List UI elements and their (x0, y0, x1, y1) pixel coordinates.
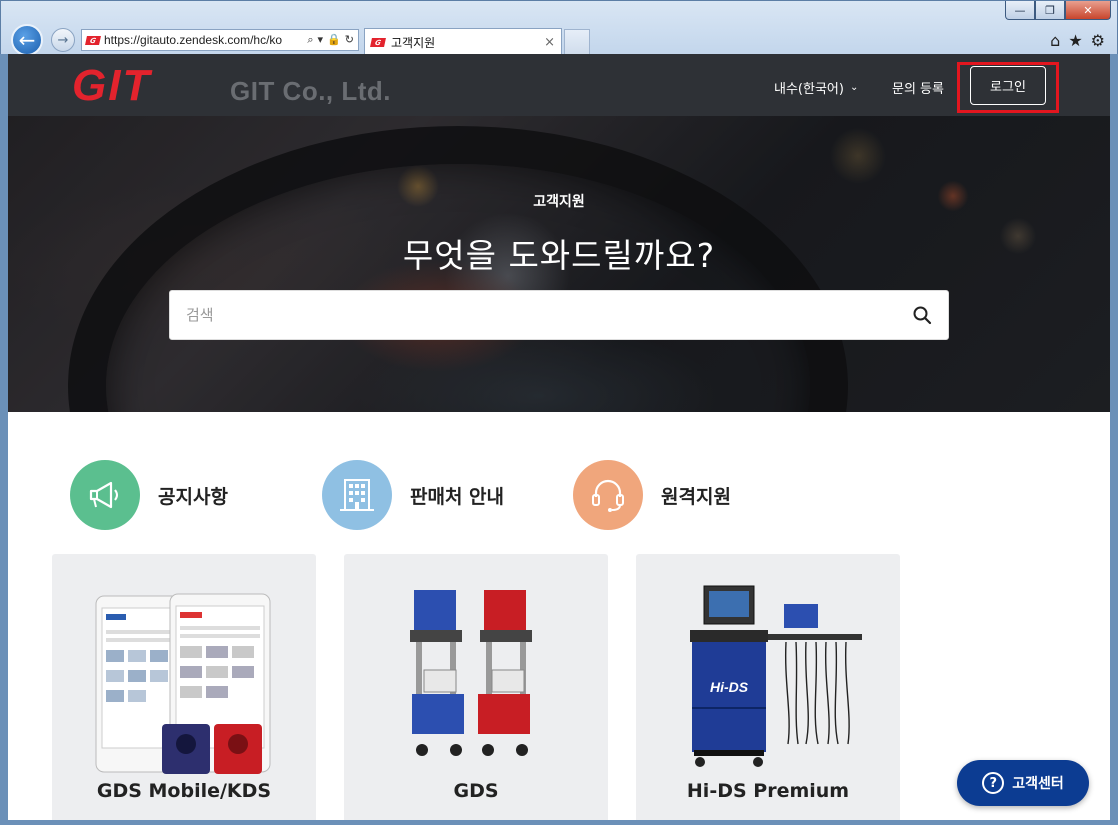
window-controls: — ❐ ✕ (1005, 1, 1111, 20)
tab-close-icon[interactable]: × (544, 35, 555, 50)
minimize-button[interactable]: — (1005, 1, 1035, 20)
git-logo[interactable]: GIT (70, 61, 222, 110)
close-window-button[interactable]: ✕ (1065, 1, 1111, 20)
git-logo-mark: GIT (72, 61, 152, 110)
product-card-hi-ds-premium[interactable]: Hi-DS Hi-DS Premium (636, 554, 900, 820)
category-label: 원격지원 (661, 485, 731, 508)
category-label: 공지사항 (158, 485, 228, 508)
category-remote-support[interactable]: 원격지원 (573, 460, 731, 530)
new-tab-button[interactable] (564, 29, 590, 55)
window-frame-left (0, 54, 8, 825)
category-notice[interactable]: 공지사항 (70, 460, 228, 530)
site-favicon-icon: G (85, 35, 101, 45)
browser-tab-active[interactable]: G 고객지원 × (364, 28, 562, 55)
tablet-device-image (95, 593, 271, 774)
search-box (169, 290, 949, 340)
browser-chrome: — ❐ ✕ ← → G https://gitauto.zendesk.com/… (0, 0, 1118, 56)
language-selector[interactable]: 내수(한국어) ⌄ (774, 78, 858, 97)
company-name: GIT Co., Ltd. (230, 76, 392, 106)
refresh-icon[interactable]: ↻ (345, 33, 354, 47)
hero-banner: 고객지원 무엇을 도와드릴까요? (8, 116, 1110, 412)
product-card-gds[interactable]: GDS (344, 554, 608, 820)
home-icon[interactable]: ⌂ (1050, 31, 1060, 50)
site-header: GIT GIT Co., Ltd. 내수(한국어) ⌄ 문의 등록 로그인 (8, 54, 1110, 116)
settings-gear-icon[interactable]: ⚙ (1091, 31, 1105, 50)
arrow-right-icon: → (57, 32, 69, 48)
product-label: Hi-DS Premium (686, 780, 850, 802)
search-icon[interactable]: ⌕ (307, 33, 313, 47)
product-label: GDS Mobile/KDS (96, 780, 272, 802)
restore-button[interactable]: ❐ (1035, 1, 1065, 20)
chevron-down-icon: ⌄ (849, 82, 859, 93)
product-label: GDS (453, 780, 499, 802)
forward-button[interactable]: → (51, 28, 75, 52)
question-icon: ? (982, 772, 1005, 794)
submit-request-link[interactable]: 문의 등록 (892, 78, 944, 97)
building-icon (340, 479, 374, 511)
diagnostic-cart-image (410, 590, 532, 756)
hero-title: 무엇을 도와드릴까요? (402, 236, 716, 275)
tab-favicon-icon: G (370, 37, 386, 47)
megaphone-icon (89, 481, 118, 509)
search-icon[interactable] (912, 305, 932, 325)
search-input[interactable] (186, 306, 912, 324)
help-center-button[interactable]: ? 고객센터 (957, 760, 1089, 806)
tab-title: 고객지원 (391, 35, 436, 50)
page-viewport: GIT GIT Co., Ltd. 내수(한국어) ⌄ 문의 등록 로그인 고객… (8, 54, 1110, 820)
login-button[interactable]: 로그인 (970, 66, 1046, 105)
category-icon-circle (573, 460, 643, 530)
svg-text:GIT: GIT (72, 66, 152, 104)
arrow-left-icon: ← (18, 28, 36, 52)
lock-icon[interactable]: 🔒 (327, 33, 341, 47)
help-center-label: 고객센터 (1012, 776, 1064, 792)
hero-subtitle: 고객지원 (533, 194, 585, 210)
language-label: 내수(한국어) (774, 82, 844, 97)
browser-toolbar: ⌂ ★ ⚙ (1050, 31, 1105, 50)
category-dealer[interactable]: 판매처 안내 (322, 460, 504, 530)
back-button[interactable]: ← (11, 24, 43, 56)
svg-text:Hi-DS: Hi-DS (710, 679, 749, 695)
window-frame-right (1110, 54, 1118, 825)
category-label: 판매처 안내 (410, 485, 505, 508)
product-card-gds-mobile[interactable]: GDS Mobile/KDS (52, 554, 316, 820)
category-icon-circle (70, 460, 140, 530)
window-frame-bottom (0, 820, 1118, 825)
category-icon-circle (322, 460, 392, 530)
dropdown-icon[interactable]: ▾ (318, 33, 324, 47)
favorites-star-icon[interactable]: ★ (1068, 31, 1082, 50)
diagnostic-station-image: Hi-DS (690, 585, 862, 767)
address-url[interactable]: https://gitauto.zendesk.com/hc/ko (104, 33, 303, 47)
address-bar-icons: ⌕ ▾ 🔒 ↻ (307, 33, 358, 47)
address-bar[interactable]: G https://gitauto.zendesk.com/hc/ko ⌕ ▾ … (81, 29, 359, 51)
headset-icon (592, 479, 624, 512)
